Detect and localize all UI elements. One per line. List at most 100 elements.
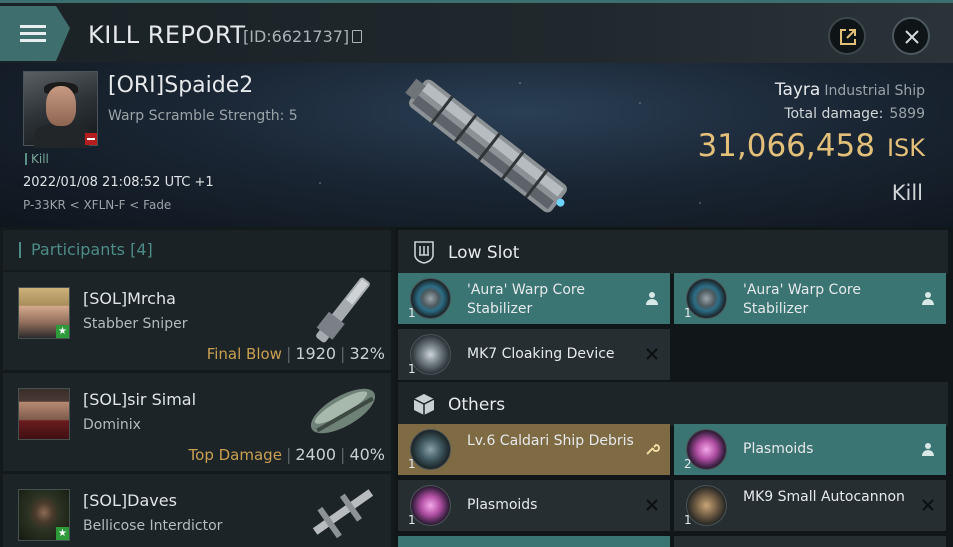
- participant-ship: Dominix: [83, 417, 141, 433]
- star-icon: ★: [56, 325, 69, 338]
- participants-count: [4]: [130, 240, 153, 259]
- participants-title: Participants [4]: [19, 242, 153, 258]
- participant-name[interactable]: [SOL]Mrcha: [83, 289, 176, 308]
- share-button[interactable]: [828, 17, 866, 55]
- kill-location[interactable]: P-33KR < XFLN-F < Fade: [23, 198, 171, 212]
- participant-damage: 1920: [295, 344, 337, 363]
- participant-damage: 2400: [295, 445, 337, 464]
- hostile-badge-icon: [85, 133, 97, 145]
- participant-name[interactable]: [SOL]Daves: [83, 491, 177, 510]
- kill-id[interactable]: [ID:6621737]: [243, 27, 363, 46]
- participants-panel: Participants [4] ★ [SOL]Mrcha Stabber Sn…: [0, 227, 395, 547]
- menu-button[interactable]: [0, 6, 70, 61]
- avatar-body: [34, 124, 89, 148]
- low-slot-icon: [414, 241, 434, 264]
- kill-id-text: [ID:6621737]: [243, 27, 350, 46]
- participant-row[interactable]: ★ [SOL]Mrcha Stabber Sniper Final Blow | 1…: [3, 272, 391, 370]
- cloaking-device-icon: [410, 334, 451, 375]
- victim-ship-image[interactable]: [388, 71, 588, 221]
- participant-name[interactable]: [SOL]sir Simal: [83, 390, 196, 409]
- destroyed-x-icon: [646, 348, 658, 360]
- kill-header: [ORI]Spaide2 Warp Scramble Strength: 5 K…: [0, 63, 953, 227]
- cargo-box-icon: [413, 394, 435, 415]
- cargo-item[interactable]: 1 Plasmoids: [398, 480, 670, 531]
- final-blow-tag: Final Blow: [206, 345, 282, 363]
- participant-ship: Stabber Sniper: [83, 316, 188, 332]
- low-slot-header[interactable]: Low Slot: [398, 230, 948, 274]
- item-name: 'Aura' Warp Core Stabilizer: [467, 282, 585, 317]
- isk-value: 31,066,458 ISK: [697, 128, 925, 164]
- cargo-item-partial[interactable]: [674, 536, 946, 547]
- hamburger-icon-line: [20, 39, 46, 42]
- participant-avatar[interactable]: ★: [18, 287, 70, 339]
- fitting-panel: Low Slot 1 'Aura' Warp Core Stabilizer 1…: [395, 227, 953, 547]
- module-item[interactable]: 1 'Aura' Warp Core Stabilizer: [398, 273, 670, 324]
- item-name: MK7 Cloaking Device: [467, 346, 615, 362]
- ship-debris-icon: [410, 429, 451, 470]
- item-quantity: 2: [684, 457, 692, 471]
- total-damage-label: Total damage:: [784, 106, 884, 122]
- external-link-icon: [840, 29, 856, 45]
- module-item[interactable]: 1 MK7 Cloaking Device: [398, 329, 670, 380]
- window-title: KILL REPORT: [88, 21, 246, 49]
- cargo-item-partial[interactable]: [398, 536, 670, 547]
- participant-stats: Top Damage | 2400 | 40%: [188, 445, 385, 464]
- destroyed-x-icon: [922, 499, 934, 511]
- participant-ship-image: [312, 489, 374, 539]
- participant-ship-image: [316, 277, 370, 343]
- module-item[interactable]: 1 'Aura' Warp Core Stabilizer: [674, 273, 946, 324]
- wrench-icon: [646, 443, 660, 455]
- plasmoids-icon: [410, 485, 451, 526]
- person-icon: [922, 443, 934, 456]
- close-icon: [905, 30, 919, 44]
- item-quantity: 1: [408, 457, 416, 471]
- participant-row[interactable]: [SOL]sir Simal Dominix Top Damage | 2400 | 4…: [3, 373, 391, 471]
- star-icon: ★: [56, 527, 69, 540]
- victim-name[interactable]: [ORI]Spaide2: [108, 73, 253, 98]
- item-name: 'Aura' Warp Core Stabilizer: [743, 282, 861, 317]
- title-bar: KILL REPORT [ID:6621737]: [0, 0, 953, 63]
- participant-stats: Final Blow | 1920 | 32%: [206, 344, 385, 363]
- hamburger-icon: [20, 25, 46, 28]
- plasmoids-icon: [686, 429, 727, 470]
- total-damage-value: 5899: [889, 106, 925, 122]
- kill-tag: Kill: [25, 153, 49, 165]
- avatar-face: [46, 86, 76, 126]
- isk-amount: 31,066,458: [697, 128, 875, 164]
- victim-subtitle: Warp Scramble Strength: 5: [108, 108, 298, 124]
- item-quantity: 1: [408, 306, 416, 320]
- item-quantity: 1: [408, 513, 416, 527]
- destroyed-x-icon: [646, 499, 658, 511]
- participant-ship-image: [310, 388, 376, 434]
- item-name: Plasmoids: [743, 441, 814, 457]
- cargo-item[interactable]: 2 Plasmoids: [674, 424, 946, 475]
- victim-avatar[interactable]: [23, 71, 98, 148]
- kill-datetime: 2022/01/08 21:08:52 UTC +1: [23, 175, 214, 190]
- participant-row[interactable]: ★ [SOL]Daves Bellicose Interdictor: [3, 474, 391, 547]
- ship-name-text: Tayra: [774, 80, 821, 100]
- person-icon: [922, 292, 934, 305]
- cargo-item[interactable]: 1 Lv.6 Caldari Ship Debris: [398, 424, 670, 475]
- participant-percent: 32%: [349, 344, 385, 363]
- participant-avatar[interactable]: ★: [18, 489, 70, 541]
- top-damage-tag: Top Damage: [188, 446, 282, 464]
- ship-name[interactable]: Tayra Industrial Ship: [775, 80, 925, 100]
- copy-icon[interactable]: [352, 30, 363, 43]
- participants-label: Participants: [31, 240, 125, 259]
- participant-ship: Bellicose Interdictor: [83, 518, 223, 534]
- isk-unit: ISK: [886, 134, 925, 162]
- autocannon-icon: [686, 485, 727, 526]
- others-header[interactable]: Others: [398, 382, 948, 426]
- cargo-item[interactable]: 1 MK9 Small Autocannon: [674, 480, 946, 531]
- warp-core-stabilizer-icon: [410, 278, 451, 319]
- item-quantity: 1: [684, 306, 692, 320]
- item-name: Plasmoids: [467, 497, 538, 513]
- participant-percent: 40%: [349, 445, 385, 464]
- others-label: Others: [448, 395, 506, 415]
- item-name: Lv.6 Caldari Ship Debris: [467, 433, 634, 449]
- participant-avatar[interactable]: [18, 388, 70, 440]
- item-name: MK9 Small Autocannon: [743, 489, 905, 505]
- item-quantity: 1: [408, 362, 416, 376]
- close-button[interactable]: [892, 17, 930, 55]
- hamburger-icon-line: [20, 32, 46, 35]
